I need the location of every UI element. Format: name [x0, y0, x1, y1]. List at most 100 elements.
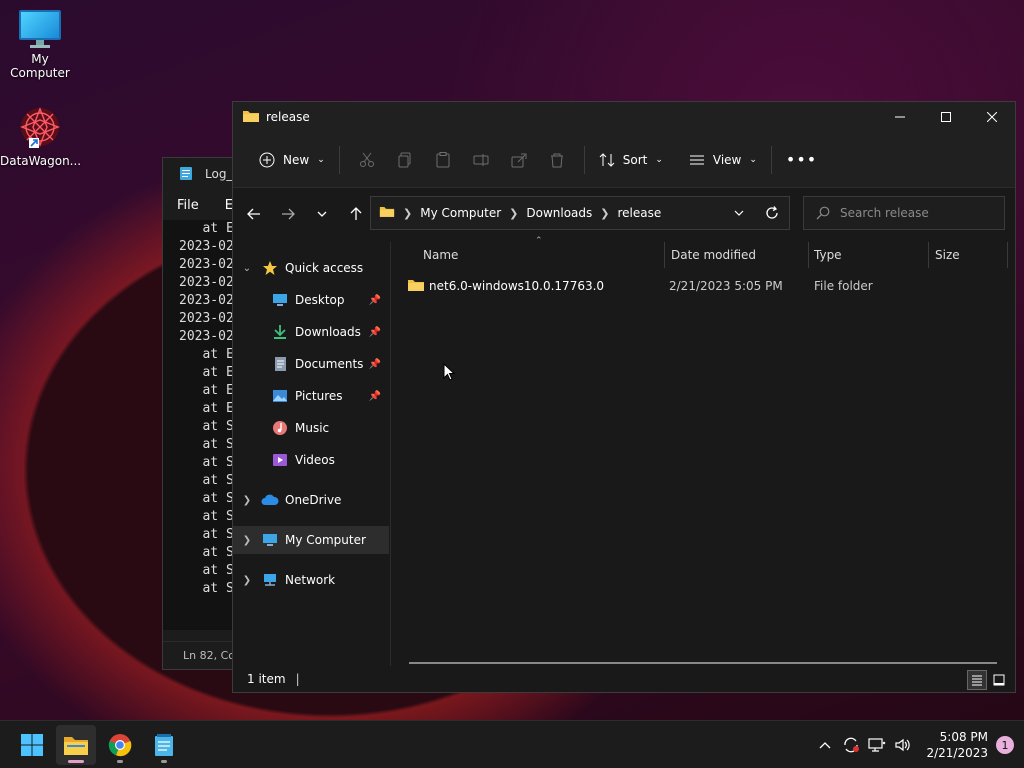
sync-icon	[844, 737, 860, 753]
sidebar-item-label: My Computer	[285, 533, 366, 547]
music-icon	[271, 420, 289, 436]
taskbar-notepad[interactable]	[144, 725, 184, 765]
folder-icon	[407, 278, 429, 295]
clock[interactable]: 5:08 PM 2/21/2023	[926, 729, 988, 761]
rename-button[interactable]	[462, 142, 500, 178]
pin-icon[interactable]: 📌	[369, 391, 381, 402]
sort-button[interactable]: Sort ⌄	[593, 142, 669, 178]
copy-button[interactable]	[386, 142, 424, 178]
copy-icon	[398, 152, 411, 167]
datawagon-app-icon	[17, 104, 63, 150]
file-list[interactable]: ⌃ Name Date modified Type Size net6.0-wi…	[393, 236, 1015, 666]
new-button[interactable]: New ⌄	[253, 142, 331, 178]
folder-icon	[242, 109, 260, 126]
address-bar[interactable]: ❯ My Computer ❯ Downloads ❯ release	[370, 196, 790, 230]
desktop-icon	[271, 292, 289, 308]
system-tray: 5:08 PM 2/21/2023 1	[812, 721, 1024, 768]
computer-icon	[261, 532, 279, 548]
refresh-button[interactable]	[755, 198, 789, 228]
status-separator: |	[295, 672, 300, 686]
sidebar-item-desktop[interactable]: Desktop 📌	[233, 286, 389, 314]
search-box[interactable]: Search release	[803, 196, 1005, 230]
chevron-right-icon[interactable]: ❯	[233, 575, 261, 586]
cut-button[interactable]	[348, 142, 386, 178]
chevron-right-icon[interactable]: ❯	[233, 495, 261, 506]
breadcrumb-release[interactable]: release	[618, 206, 662, 220]
tiles-view-button[interactable]	[989, 670, 1009, 690]
windows-logo-icon	[21, 733, 43, 756]
network-status-button[interactable]	[864, 737, 890, 753]
view-icon	[689, 155, 704, 164]
pin-icon[interactable]: 📌	[369, 295, 381, 306]
details-view-button[interactable]	[967, 670, 987, 690]
file-type: File folder	[814, 279, 873, 293]
file-explorer-window[interactable]: release New ⌄ Sort ⌄ View ⌄ ••• ❯ My Com…	[232, 101, 1016, 693]
folder-icon	[379, 205, 395, 221]
maximize-button[interactable]	[923, 102, 969, 132]
ellipsis-icon: •••	[785, 150, 818, 169]
close-button[interactable]	[969, 102, 1015, 132]
notepad-title: Log_	[205, 167, 233, 181]
breadcrumb-my-computer[interactable]: My Computer	[420, 206, 501, 220]
item-count: 1 item	[247, 672, 286, 686]
sidebar-item-documents[interactable]: Documents 📌	[233, 350, 389, 378]
sidebar-item-downloads[interactable]: Downloads 📌	[233, 318, 389, 346]
sidebar-item-onedrive[interactable]: ❯ OneDrive	[233, 486, 389, 514]
window-title: release	[266, 110, 310, 124]
pin-icon[interactable]: 📌	[369, 327, 381, 338]
forward-button[interactable]	[271, 198, 305, 230]
sidebar-item-my-computer[interactable]: ❯ My Computer	[233, 526, 389, 554]
chevron-down-icon[interactable]: ⌄	[233, 263, 261, 274]
desktop-icon-datawagon[interactable]: DataWagon...	[0, 104, 82, 168]
sidebar-item-pictures[interactable]: Pictures 📌	[233, 382, 389, 410]
chevron-right-icon: ❯	[509, 206, 519, 220]
show-hidden-icons-button[interactable]	[812, 741, 838, 749]
chevron-down-icon: ⌄	[317, 154, 325, 165]
table-row[interactable]: net6.0-windows10.0.17763.0 2/21/2023 5:0…	[407, 274, 1007, 298]
clock-time: 5:08 PM	[939, 730, 988, 744]
column-header-type[interactable]: Type	[814, 242, 924, 268]
start-button[interactable]	[12, 725, 52, 765]
sidebar-item-quick-access[interactable]: ⌄ Quick access	[233, 254, 389, 282]
plus-circle-icon	[259, 152, 275, 167]
notepad-menu-file[interactable]: File	[177, 198, 199, 213]
sidebar-item-label: Downloads	[295, 325, 361, 339]
share-button[interactable]	[500, 142, 538, 178]
explorer-titlebar[interactable]: release	[233, 102, 1015, 132]
taskbar-file-explorer[interactable]	[56, 724, 96, 765]
notification-badge[interactable]: 1	[996, 736, 1014, 754]
taskbar-chrome[interactable]	[100, 725, 140, 765]
chevron-down-icon	[317, 211, 327, 217]
chevron-down-icon	[734, 210, 744, 216]
taskbar: 5:08 PM 2/21/2023 1	[0, 720, 1024, 768]
minimize-button[interactable]	[877, 102, 923, 132]
view-button[interactable]: View ⌄	[683, 142, 763, 178]
up-button[interactable]	[339, 198, 373, 230]
column-header-date-modified[interactable]: Date modified	[671, 242, 801, 268]
chevron-down-icon: ⌄	[749, 154, 757, 165]
network-icon	[868, 738, 886, 752]
recent-locations-button[interactable]	[305, 198, 339, 230]
desktop-icon-my-computer[interactable]: My Computer	[0, 10, 80, 80]
paste-button[interactable]	[424, 142, 462, 178]
more-options-button[interactable]: •••	[780, 142, 823, 178]
pin-icon[interactable]: 📌	[369, 359, 381, 370]
clipboard-icon	[436, 151, 450, 167]
status-bar: 1 item |	[233, 666, 1015, 692]
chevron-right-icon[interactable]: ❯	[233, 535, 261, 546]
desktop-icon-label: DataWagon...	[0, 154, 82, 168]
sidebar-item-videos[interactable]: Videos	[233, 446, 389, 474]
sidebar-item-network[interactable]: ❯ Network	[233, 566, 389, 594]
back-button[interactable]	[237, 198, 271, 230]
volume-button[interactable]	[890, 737, 916, 753]
address-history-button[interactable]	[723, 198, 755, 228]
sidebar-item-label: Videos	[295, 453, 335, 467]
column-header-name[interactable]: Name	[423, 242, 663, 268]
column-header-size[interactable]: Size	[935, 242, 995, 268]
breadcrumb-downloads[interactable]: Downloads	[526, 206, 592, 220]
sidebar-item-label: Documents	[295, 357, 364, 371]
sync-status-button[interactable]	[838, 737, 864, 753]
delete-button[interactable]	[538, 142, 576, 178]
sidebar-item-music[interactable]: Music	[233, 414, 389, 442]
horizontal-scrollbar[interactable]	[409, 662, 997, 664]
